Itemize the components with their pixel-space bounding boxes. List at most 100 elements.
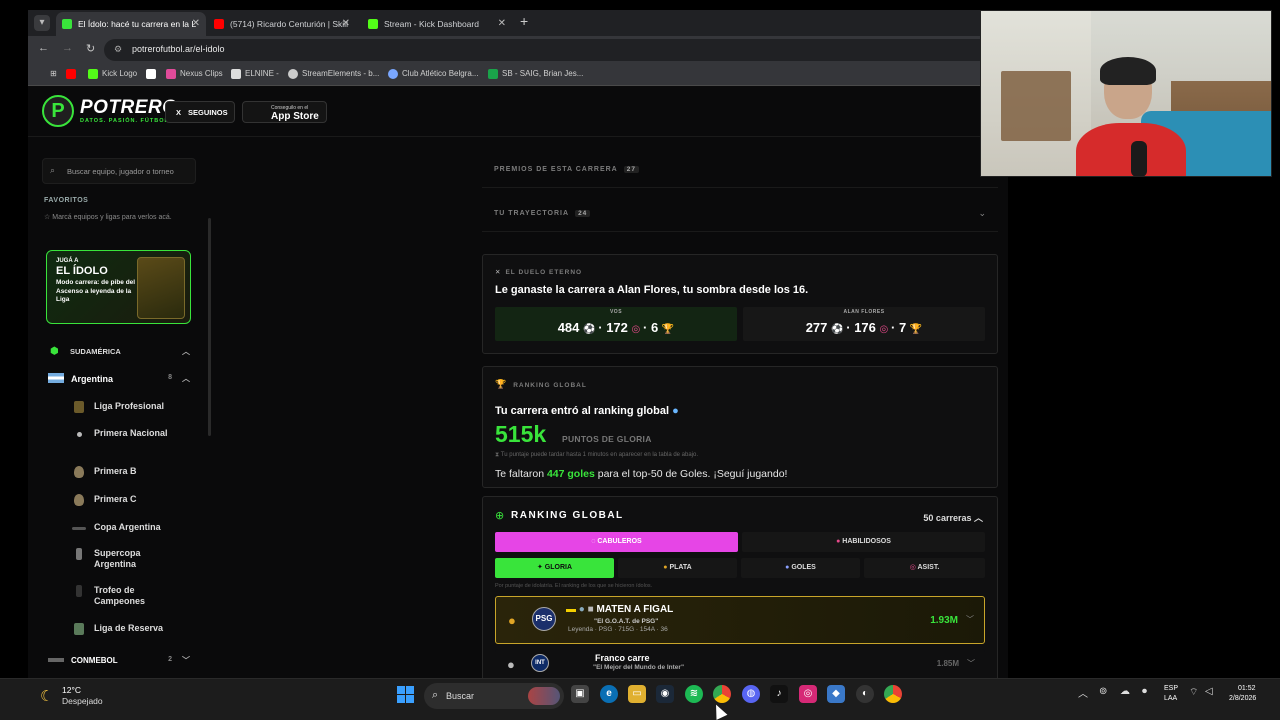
bookmark-nexus-clips[interactable]: Nexus Clips xyxy=(166,69,223,79)
search-placeholder: Buscar equipo, jugador o torneo xyxy=(67,167,174,176)
x-icon xyxy=(146,69,156,79)
tab-plata[interactable]: ● PLATA xyxy=(618,558,737,578)
site-info-icon[interactable]: ⚙ xyxy=(114,44,122,55)
tiktok-icon[interactable]: ♪ xyxy=(770,685,788,703)
obs-icon[interactable]: ◐ xyxy=(856,685,874,703)
player-name-text: Franco carre xyxy=(595,653,650,663)
chevron-up-icon: ︿ xyxy=(182,374,190,383)
forward-arrow-icon[interactable]: → xyxy=(62,42,73,54)
your-stats-label: VOS xyxy=(609,309,623,315)
player-card-image xyxy=(137,257,185,319)
new-tab-button[interactable]: + xyxy=(520,13,528,29)
trayectoria-count: 24 xyxy=(575,210,591,217)
youtube-favicon-icon xyxy=(214,19,224,29)
rival-stats-values: 277 ⚽ · 176 ◎ · 7 🏆 xyxy=(805,320,923,335)
bookmark-streamelements[interactable]: StreamElements - b... xyxy=(288,69,380,79)
player-nickname: "El Mejor del Mundo de Inter" xyxy=(593,664,685,671)
tab-asist[interactable]: ◎ ASIST. xyxy=(864,558,985,578)
ranking-count-toggle[interactable]: 50 carreras ︿ xyxy=(923,511,983,524)
kick-favicon-icon xyxy=(368,19,378,29)
bookmark-belgrano[interactable]: Club Atlético Belgra... xyxy=(388,69,478,79)
trophy-icon: 🏆 xyxy=(495,379,508,389)
moon-icon[interactable]: ☾ xyxy=(40,687,53,705)
potrero-logo-icon[interactable]: P xyxy=(42,95,74,127)
reload-icon[interactable]: ↻ xyxy=(86,42,95,55)
region-conmebol[interactable]: CONMEBOL 2 ﹀ xyxy=(28,651,210,671)
close-tab-icon[interactable]: ✕ xyxy=(192,12,200,36)
site-header: P POTRERO DATOS. PASIÓN. FÚTBOL. X SEGUI… xyxy=(28,87,1008,137)
tab-goles[interactable]: ● GOLES xyxy=(741,558,860,578)
tray-app-icon[interactable]: ⊚ xyxy=(1099,686,1107,697)
tab-search-button[interactable]: ▾ xyxy=(34,15,50,31)
tab-gloria[interactable]: ✦ GLORIA xyxy=(495,558,614,578)
streamelements-icon xyxy=(288,69,298,79)
windows-start-icon[interactable] xyxy=(397,686,415,704)
webcam-overlay xyxy=(980,10,1272,177)
globe-icon: ● xyxy=(672,405,679,417)
taskbar-search[interactable]: ⌕ Buscar xyxy=(424,683,564,709)
tab-label: ASIST. xyxy=(917,564,940,571)
ranking-row[interactable]: ● PSG ▬ ● ■ MATEN A FIGAL "El G.O.A.T. d… xyxy=(495,596,985,644)
volume-icon[interactable]: ◁ xyxy=(1205,686,1213,697)
club-crest-icon: PSG xyxy=(532,607,556,631)
weather-description[interactable]: Despejado xyxy=(62,696,103,706)
sidebar-scrollbar[interactable] xyxy=(208,218,211,436)
ranking-row[interactable]: ● INT Franco carre "El Mejor del Mundo d… xyxy=(495,649,985,678)
favorites-hint: ☆ Marcá equipos y ligas para verlos acá. xyxy=(44,213,184,223)
tab-kick-dashboard[interactable]: Stream - Kick Dashboard ✕ xyxy=(362,12,512,36)
premios-section-toggle[interactable]: PREMIOS DE ESTA CARRERA27 ⌄ xyxy=(482,154,998,188)
tab-habilidosos[interactable]: ● HABILIDOSOS xyxy=(742,532,985,552)
bookmark-sb-saig[interactable]: SB - SAIG, Brian Jes... xyxy=(488,69,583,79)
address-bar[interactable]: ⚙ potrerofutbol.ar/el-idolo xyxy=(104,39,1004,61)
bookmark-label: StreamElements - b... xyxy=(302,69,380,78)
chrome-icon[interactable] xyxy=(713,685,731,703)
search-icon: ⌕ xyxy=(50,165,56,175)
el-idolo-promo-banner[interactable]: JUGÁ A EL ÍDOLO Modo carrera: de pibe de… xyxy=(46,250,191,324)
clock-time[interactable]: 01:52 xyxy=(1238,685,1256,692)
spotify-icon[interactable]: ≋ xyxy=(685,685,703,703)
star-icon: ☆ xyxy=(44,214,53,221)
task-view-icon[interactable]: ▣ xyxy=(571,685,589,703)
follow-button[interactable]: X SEGUINOS xyxy=(165,101,235,123)
app-store-button[interactable]: Conseguilo en el App Store xyxy=(242,101,327,123)
bookmark-elnine[interactable]: ELNINE - xyxy=(231,69,279,79)
close-tab-icon[interactable]: ✕ xyxy=(342,12,350,36)
tab-youtube[interactable]: (5714) Ricardo Centurión | Skill ✕ xyxy=(208,12,356,36)
premios-label-text: PREMIOS DE ESTA CARRERA xyxy=(494,166,618,173)
region-sudamerica[interactable]: ⬢ SUDAMÉRICA ︿ xyxy=(28,342,210,362)
edge-icon[interactable]: e xyxy=(600,685,618,703)
clock-date[interactable]: 2/8/2026 xyxy=(1229,695,1256,702)
steam-icon[interactable]: ◉ xyxy=(656,685,674,703)
country-argentina[interactable]: Argentina 8 ︿ xyxy=(28,369,210,389)
league-badge-icon xyxy=(72,527,86,530)
tray-network-icon[interactable]: ☁ xyxy=(1120,686,1130,697)
wifi-icon[interactable]: ⌔ xyxy=(1189,686,1198,699)
instagram-icon[interactable]: ◎ xyxy=(799,685,817,703)
search-input[interactable]: ⌕ Buscar equipo, jugador o torneo xyxy=(42,158,196,184)
trayectoria-section-toggle[interactable]: TU TRAYECTORIA 24 ⌄ xyxy=(482,198,998,232)
tab-el-idolo[interactable]: El Ídolo: hacé tu carrera en la L ✕ xyxy=(56,12,206,36)
close-tab-icon[interactable]: ✕ xyxy=(498,12,506,36)
promo-title: EL ÍDOLO xyxy=(56,265,108,277)
tab-cabuleros[interactable]: ◌ CABULEROS xyxy=(495,532,738,552)
weather-temperature[interactable]: 12°C xyxy=(62,685,81,695)
bookmark-kick-logo[interactable]: Kick Logo xyxy=(88,69,137,79)
tray-chevron-icon[interactable]: ︿ xyxy=(1078,685,1088,700)
site-logo[interactable]: POTRERO xyxy=(80,97,177,119)
kick-icon xyxy=(88,69,98,79)
file-explorer-icon[interactable]: ▭ xyxy=(628,685,646,703)
microphone-icon[interactable]: ⏺ xyxy=(1142,686,1147,697)
tab-label: HABILIDOSOS xyxy=(842,538,891,545)
apps-grid-icon[interactable]: ⊞ xyxy=(36,69,57,78)
sidebar: ⌕ Buscar equipo, jugador o torneo FAVORI… xyxy=(28,138,211,678)
player-points: 1.85M xyxy=(936,659,959,668)
back-arrow-icon[interactable]: ← xyxy=(38,42,49,54)
colombia-flag-icon: ▬ xyxy=(566,604,576,615)
input-language[interactable]: ESP xyxy=(1164,685,1178,692)
ranking-hint: Por puntaje de idolatría. El ranking de … xyxy=(495,583,653,589)
league-label: Trofeo de Campeones xyxy=(94,585,146,606)
discord-icon[interactable]: ◍ xyxy=(742,685,760,703)
chrome-profile-icon[interactable] xyxy=(884,685,902,703)
input-layout[interactable]: LAA xyxy=(1164,695,1177,702)
app-icon[interactable]: ◆ xyxy=(827,685,845,703)
